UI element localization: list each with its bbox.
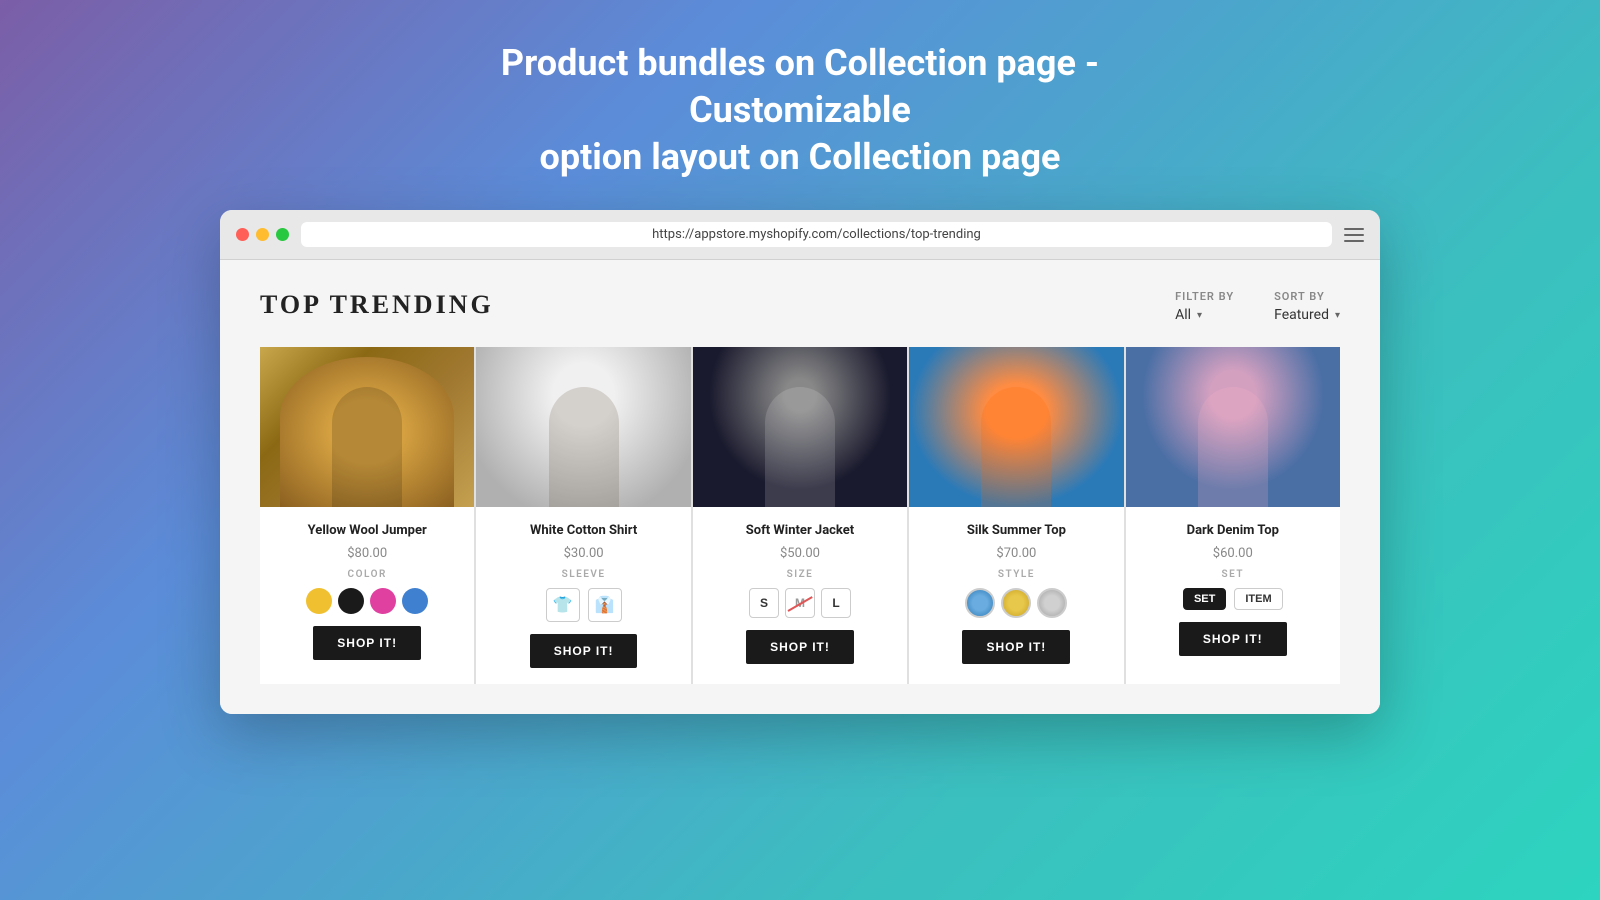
page-title: Product bundles on Collection page - Cus… xyxy=(400,40,1200,180)
short-sleeve-icon: 👔 xyxy=(595,595,615,615)
sort-group: SORT BY Featured ▾ xyxy=(1274,290,1340,323)
product-price: $70.00 xyxy=(996,546,1036,561)
product-price: $80.00 xyxy=(347,546,387,561)
color-swatch-black[interactable] xyxy=(338,588,364,614)
product-name: Dark Denim Top xyxy=(1177,523,1289,538)
option-label: SIZE xyxy=(787,569,814,580)
product-card: Yellow Wool Jumper $80.00 COLOR SHOP IT! xyxy=(260,347,474,684)
chevron-down-icon: ▾ xyxy=(1197,310,1202,321)
product-card: White Cotton Shirt $30.00 SLEEVE 👕 👔 SHO… xyxy=(476,347,690,684)
product-card-bottom: Silk Summer Top $70.00 STYLE SHOP IT! xyxy=(909,523,1123,664)
size-l-button[interactable]: L xyxy=(821,588,851,618)
filter-group: FILTER BY All ▾ xyxy=(1175,290,1234,323)
product-card: Silk Summer Top $70.00 STYLE SHOP IT! xyxy=(909,347,1123,684)
sort-label: SORT BY xyxy=(1274,290,1340,303)
shop-it-button[interactable]: SHOP IT! xyxy=(962,630,1070,664)
sort-select[interactable]: Featured ▾ xyxy=(1274,307,1340,323)
browser-chrome: https://appstore.myshopify.com/collectio… xyxy=(220,210,1380,260)
product-card: Dark Denim Top $60.00 SET SET ITEM SHOP … xyxy=(1126,347,1340,684)
filter-select[interactable]: All ▾ xyxy=(1175,307,1234,323)
shop-it-button[interactable]: SHOP IT! xyxy=(746,630,854,664)
sleeve-options: 👕 👔 xyxy=(546,588,622,622)
product-card-bottom: White Cotton Shirt $30.00 SLEEVE 👕 👔 SHO… xyxy=(476,523,690,668)
traffic-lights xyxy=(236,228,289,241)
shop-it-button[interactable]: SHOP IT! xyxy=(313,626,421,660)
product-name: Silk Summer Top xyxy=(957,523,1076,538)
menu-icon[interactable] xyxy=(1344,228,1364,242)
product-image xyxy=(693,347,907,507)
product-card-bottom: Soft Winter Jacket $50.00 SIZE S M L SHO… xyxy=(693,523,907,664)
product-image xyxy=(1126,347,1340,507)
set-options: SET ITEM xyxy=(1183,588,1283,610)
style-swatch-2[interactable] xyxy=(1001,588,1031,618)
browser-content: TOP TRENDING FILTER BY All ▾ SORT BY Fea… xyxy=(220,260,1380,714)
color-swatch-blue[interactable] xyxy=(402,588,428,614)
close-button-icon[interactable] xyxy=(236,228,249,241)
product-name: Yellow Wool Jumper xyxy=(298,523,437,538)
products-grid: Yellow Wool Jumper $80.00 COLOR SHOP IT! xyxy=(260,347,1340,684)
option-label: COLOR xyxy=(348,569,387,580)
short-sleeve-button[interactable]: 👔 xyxy=(588,588,622,622)
product-card: Soft Winter Jacket $50.00 SIZE S M L SHO… xyxy=(693,347,907,684)
color-swatch-pink[interactable] xyxy=(370,588,396,614)
filter-label: FILTER BY xyxy=(1175,290,1234,303)
filter-sort-controls: FILTER BY All ▾ SORT BY Featured ▾ xyxy=(1175,290,1340,323)
color-swatch-yellow[interactable] xyxy=(306,588,332,614)
maximize-button-icon[interactable] xyxy=(276,228,289,241)
shop-it-button[interactable]: SHOP IT! xyxy=(1179,622,1287,656)
option-label: STYLE xyxy=(998,569,1035,580)
long-sleeve-button[interactable]: 👕 xyxy=(546,588,580,622)
color-swatches xyxy=(306,588,428,614)
option-label: SLEEVE xyxy=(562,569,606,580)
style-options xyxy=(965,588,1067,618)
set-button[interactable]: SET xyxy=(1183,588,1226,610)
style-swatch-3[interactable] xyxy=(1037,588,1067,618)
product-card-bottom: Dark Denim Top $60.00 SET SET ITEM SHOP … xyxy=(1126,523,1340,656)
product-price: $30.00 xyxy=(564,546,604,561)
chevron-down-icon: ▾ xyxy=(1335,310,1340,321)
style-swatch-1[interactable] xyxy=(965,588,995,618)
product-image xyxy=(260,347,474,507)
browser-window: https://appstore.myshopify.com/collectio… xyxy=(220,210,1380,714)
address-bar[interactable]: https://appstore.myshopify.com/collectio… xyxy=(301,222,1332,247)
product-price: $50.00 xyxy=(780,546,820,561)
product-name: Soft Winter Jacket xyxy=(736,523,864,538)
size-s-button[interactable]: S xyxy=(749,588,779,618)
item-button[interactable]: ITEM xyxy=(1234,588,1282,610)
product-price: $60.00 xyxy=(1213,546,1253,561)
long-sleeve-icon: 👕 xyxy=(553,595,573,615)
option-label: SET xyxy=(1222,569,1245,580)
product-image xyxy=(476,347,690,507)
shop-it-button[interactable]: SHOP IT! xyxy=(530,634,638,668)
product-card-bottom: Yellow Wool Jumper $80.00 COLOR SHOP IT! xyxy=(260,523,474,660)
product-image xyxy=(909,347,1123,507)
product-name: White Cotton Shirt xyxy=(520,523,647,538)
size-options: S M L xyxy=(749,588,851,618)
collection-title: TOP TRENDING xyxy=(260,290,494,320)
size-m-button[interactable]: M xyxy=(785,588,815,618)
collection-header: TOP TRENDING FILTER BY All ▾ SORT BY Fea… xyxy=(260,290,1340,323)
minimize-button-icon[interactable] xyxy=(256,228,269,241)
